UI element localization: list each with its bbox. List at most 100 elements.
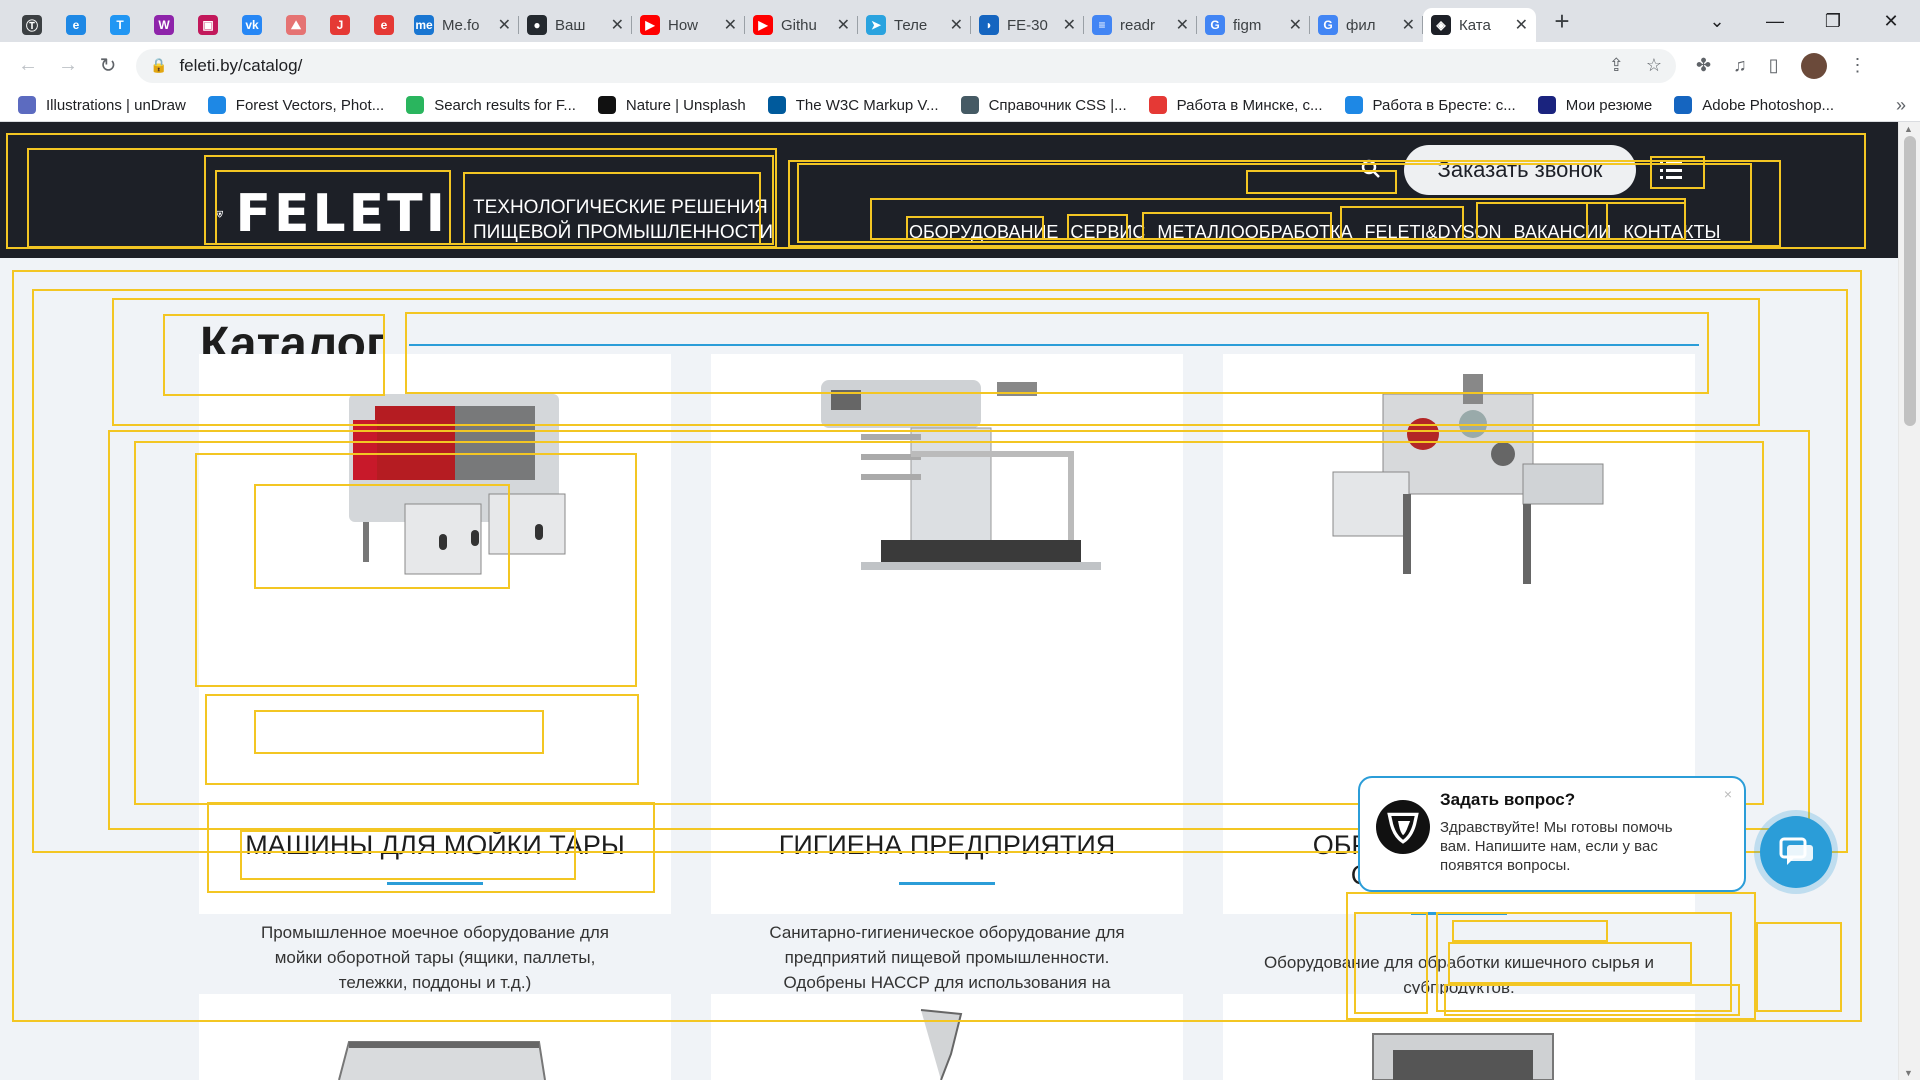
chat-close-icon[interactable]: ×: [1724, 786, 1732, 802]
tab-close-icon[interactable]: ✕: [498, 15, 511, 35]
debug-outline: [1067, 214, 1128, 240]
extensions-icon[interactable]: ✤: [1696, 55, 1711, 76]
browser-tab[interactable]: Gfigm ✕: [1197, 8, 1310, 42]
bookmark-label: Мои резюме: [1565, 96, 1653, 114]
minimize-icon[interactable]: —: [1746, 11, 1804, 32]
bookmark-label: Illustrations | unDraw: [46, 96, 186, 114]
chat-open-button[interactable]: [1760, 816, 1832, 888]
github-icon: ●: [527, 15, 547, 35]
bookmark-label: The W3C Markup V...: [795, 96, 939, 114]
reload-icon[interactable]: ↻: [88, 53, 128, 78]
tab-close-icon[interactable]: ✕: [611, 15, 624, 35]
tab-close-icon[interactable]: ✕: [1515, 15, 1528, 35]
bookmark-star-icon[interactable]: ☆: [1646, 55, 1662, 76]
debug-outline: [1650, 156, 1705, 189]
bookmarks-bar: Illustrations | unDraw Forest Vectors, Ph…: [0, 89, 1920, 122]
bookmark-label: Справочник CSS |...: [988, 96, 1127, 114]
browser-tab[interactable]: e: [362, 8, 406, 42]
browser-tab[interactable]: ⛰: [274, 8, 318, 42]
browser-tab[interactable]: ● Ваш ✕: [519, 8, 632, 42]
e-red-icon: e: [374, 15, 394, 35]
debug-outline: [1354, 912, 1428, 1014]
me-icon: me: [414, 15, 434, 35]
bookmark-item[interactable]: Работа в Минске, с...: [1148, 96, 1323, 114]
feleti-shield-icon: [1387, 812, 1419, 844]
media-control-icon[interactable]: ♫: [1733, 55, 1747, 76]
t-icon: T: [110, 15, 130, 35]
browser-tab[interactable]: ▶ How ✕: [632, 8, 745, 42]
google-icon: G: [1205, 15, 1225, 35]
edge-icon: ◗: [979, 15, 999, 35]
tab-close-icon[interactable]: ✕: [837, 15, 850, 35]
debug-outline: [1586, 202, 1686, 240]
browser-tab[interactable]: J: [318, 8, 362, 42]
scroll-up-icon[interactable]: ▲: [1904, 124, 1913, 134]
bookmark-label: Работа в Бресте: с...: [1372, 96, 1516, 114]
browser-tab[interactable]: ≡ readr ✕: [1084, 8, 1197, 42]
scrollbar-thumb[interactable]: [1904, 136, 1916, 426]
tab-title: Me.fo: [442, 16, 480, 34]
browser-tab[interactable]: e: [54, 8, 98, 42]
tab-close-icon[interactable]: ✕: [950, 15, 963, 35]
debug-outline: [463, 172, 761, 245]
page-scrollbar[interactable]: ▲ ▼: [1898, 122, 1920, 1080]
browser-tab[interactable]: ◈ Ката ✕: [1423, 8, 1536, 42]
bookmark-item[interactable]: Мои резюме: [1537, 96, 1653, 114]
debug-outline: [1444, 984, 1740, 1016]
maximize-icon[interactable]: ❐: [1804, 11, 1862, 32]
tab-search-icon[interactable]: ⌄: [1688, 11, 1746, 32]
doc-icon: ≡: [1092, 15, 1112, 35]
browser-tab[interactable]: me Me.fo ✕: [406, 8, 519, 42]
browser-tab[interactable]: ➤ Теле ✕: [858, 8, 971, 42]
bookmark-item[interactable]: Adobe Photoshop...: [1674, 96, 1834, 114]
new-tab-button[interactable]: +: [1546, 6, 1578, 37]
url-text[interactable]: feleti.by/catalog/: [179, 56, 302, 76]
bookmarks-overflow-icon[interactable]: »: [1896, 95, 1906, 116]
j-resume-icon: [1537, 96, 1556, 114]
address-bar[interactable]: 🔒 feleti.by/catalog/ ⇪ ☆: [136, 48, 1676, 83]
tab-close-icon[interactable]: ✕: [1402, 15, 1415, 35]
w3c-icon: [767, 96, 786, 114]
bookmark-item[interactable]: Nature | Unsplash: [597, 96, 746, 114]
debug-outline: [1142, 212, 1332, 240]
tab-close-icon[interactable]: ✕: [1063, 15, 1076, 35]
bookmark-item[interactable]: Search results for F...: [406, 96, 576, 114]
browser-tab[interactable]: ▶ Githu ✕: [745, 8, 858, 42]
bookmark-item[interactable]: Работа в Бресте: с...: [1344, 96, 1516, 114]
close-window-icon[interactable]: ✕: [1862, 11, 1920, 32]
scroll-down-icon[interactable]: ▼: [1904, 1068, 1913, 1078]
tab-close-icon[interactable]: ✕: [724, 15, 737, 35]
w-icon: W: [154, 15, 174, 35]
share-icon[interactable]: ⇪: [1609, 55, 1624, 76]
tilda-icon: Ⓣ: [22, 15, 42, 35]
bookmark-item[interactable]: The W3C Markup V...: [767, 96, 939, 114]
chat-prompt-bubble[interactable]: Задать вопрос? Здравствуйте! Мы готовы п…: [1358, 776, 1746, 892]
tab-close-icon[interactable]: ✕: [1289, 15, 1302, 35]
chat-bubble-icon: [1779, 837, 1813, 865]
bookmark-item[interactable]: Illustrations | unDraw: [18, 96, 186, 114]
forward-icon[interactable]: →: [48, 54, 88, 77]
bookmark-label: Работа в Минске, с...: [1176, 96, 1323, 114]
bookmark-item[interactable]: Справочник CSS |...: [960, 96, 1127, 114]
chrome-menu-icon[interactable]: ⋮: [1849, 55, 1867, 76]
browser-tab[interactable]: T: [98, 8, 142, 42]
profile-avatar[interactable]: [1800, 52, 1827, 79]
bookmark-label: Nature | Unsplash: [625, 96, 746, 114]
browser-tab[interactable]: vk: [230, 8, 274, 42]
freepik-icon: [207, 96, 226, 114]
browser-tab[interactable]: W: [142, 8, 186, 42]
tab-title: Githu: [781, 16, 817, 34]
youtube-icon: ▶: [753, 15, 773, 35]
side-panel-icon[interactable]: ▯: [1769, 55, 1779, 76]
tab-close-icon[interactable]: ✕: [1176, 15, 1189, 35]
back-icon[interactable]: ←: [8, 54, 48, 77]
bookmark-item[interactable]: Forest Vectors, Phot...: [207, 96, 384, 114]
browser-tab[interactable]: ▣: [186, 8, 230, 42]
browser-tab[interactable]: ◗ FE-30 ✕: [971, 8, 1084, 42]
tab-title: figm: [1233, 16, 1262, 34]
chat-title: Задать вопрос?: [1440, 790, 1576, 809]
browser-tab[interactable]: Ⓣ: [10, 8, 54, 42]
browser-tab[interactable]: Gфил ✕: [1310, 8, 1423, 42]
lock-icon[interactable]: 🔒: [150, 57, 167, 74]
debug-outline: [240, 830, 576, 880]
